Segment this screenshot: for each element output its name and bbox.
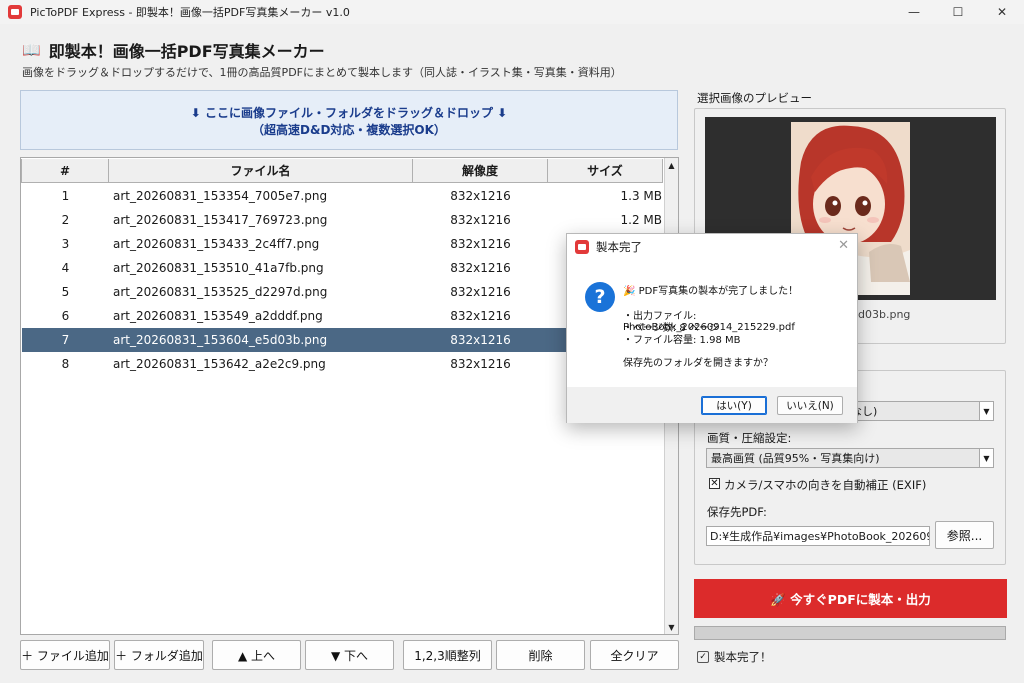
sort-button[interactable]: 1,2,3順整列	[403, 640, 492, 670]
drop-zone-line2: （超高速D&D対応・複数選択OK）	[252, 123, 446, 137]
column-header-filename[interactable]: ファイル名	[108, 159, 413, 183]
column-header-resolution[interactable]: 解像度	[412, 159, 548, 183]
row-number: 5	[61, 285, 70, 299]
dialog-file-size: ・ファイル容量: 1.98 MB	[623, 335, 741, 346]
row-filename: art_20260831_153525_d2297d.png	[113, 285, 328, 299]
exif-label: カメラ/スマホの向きを自動補正 (EXIF)	[724, 478, 927, 492]
row-resolution: 832x1216	[450, 285, 511, 299]
row-filename: art_20260831_153642_a2e2c9.png	[113, 357, 326, 371]
preview-label: 選択画像のプレビュー	[697, 91, 812, 105]
window-titlebar: PicToPDF Express - 即製本！画像一括PDF写真集メーカー v1…	[0, 0, 1024, 24]
row-filename: art_20260831_153510_41a7fb.png	[113, 261, 324, 275]
status-text: 製本完了！	[714, 650, 772, 664]
scroll-down-arrow-icon[interactable]: ▼	[665, 620, 678, 634]
move-up-button[interactable]: ▲ 上へ	[212, 640, 301, 670]
row-filename: art_20260831_153417_769723.png	[113, 213, 328, 227]
exif-checkbox[interactable]: ✕	[709, 478, 720, 489]
row-number: 4	[61, 261, 70, 275]
browse-button[interactable]: 参照...	[935, 521, 994, 549]
window-title: PicToPDF Express - 即製本！画像一括PDF写真集メーカー v1…	[30, 6, 350, 19]
row-filename: art_20260831_153354_7005e7.png	[113, 189, 328, 203]
chevron-down-icon[interactable]: ▼	[979, 402, 993, 420]
row-number: 8	[61, 357, 70, 371]
make-pdf-button[interactable]: 🚀 今すぐPDFに製本・出力	[694, 579, 1007, 618]
app-icon	[8, 5, 22, 19]
status-area: ✓ 製本完了！	[697, 649, 772, 665]
row-number: 1	[61, 189, 70, 203]
row-resolution: 832x1216	[450, 237, 511, 251]
clear-all-button[interactable]: 全クリア	[590, 640, 679, 670]
row-number: 7	[61, 333, 70, 347]
add-file-button[interactable]: ＋ ファイル追加	[20, 640, 110, 670]
save-path-label: 保存先PDF:	[707, 505, 767, 519]
row-filename: art_20260831_153549_a2dddf.png	[113, 309, 323, 323]
dialog-titlebar: 製本完了 ✕	[567, 234, 857, 260]
row-size: 1.2 MB	[620, 213, 662, 227]
row-size: 1.3 MB	[620, 189, 662, 203]
no-button[interactable]: いいえ(N)	[777, 396, 843, 415]
table-row[interactable]: 1 art_20260831_153354_7005e7.png 832x121…	[22, 184, 664, 208]
dialog-message-main: 🎉 PDF写真集の製本が完了しました！	[623, 286, 799, 297]
page-title: 📖 即製本！画像一括PDF写真集メーカー	[22, 38, 325, 62]
save-path-input[interactable]: D:¥生成作品¥images¥PhotoBook_20260914_2	[706, 526, 930, 546]
yes-button[interactable]: はい(Y)	[701, 396, 767, 415]
row-number: 2	[61, 213, 70, 227]
close-button[interactable]: ✕	[980, 0, 1024, 24]
row-resolution: 832x1216	[450, 261, 511, 275]
row-number: 6	[61, 309, 70, 323]
scroll-up-arrow-icon[interactable]: ▲	[665, 158, 678, 172]
progress-bar-fill	[695, 627, 1005, 639]
column-header-size[interactable]: サイズ	[547, 159, 663, 183]
drop-zone[interactable]: ⬇ ここに画像ファイル・フォルダをドラッグ＆ドロップ ⬇ （超高速D&D対応・複…	[20, 90, 678, 150]
row-filename: art_20260831_153433_2c4ff7.png	[113, 237, 320, 251]
dialog-question: 保存先のフォルダを開きますか？	[623, 358, 773, 369]
check-icon: ✓	[697, 651, 709, 663]
row-resolution: 832x1216	[450, 333, 511, 347]
row-number: 3	[61, 237, 70, 251]
minimize-button[interactable]: —	[892, 0, 936, 24]
quality-dropdown[interactable]: 最高画質 (品質95%・写真集向け) ▼	[706, 448, 994, 468]
row-resolution: 832x1216	[450, 357, 511, 371]
row-resolution: 832x1216	[450, 213, 511, 227]
row-resolution: 832x1216	[450, 189, 511, 203]
chevron-down-icon[interactable]: ▼	[979, 449, 993, 467]
completion-dialog: 製本完了 ✕ ? 🎉 PDF写真集の製本が完了しました！ ・出力ファイル: Ph…	[566, 233, 858, 423]
drop-zone-line1: ⬇ ここに画像ファイル・フォルダをドラッグ＆ドロップ ⬇	[190, 106, 508, 120]
column-header-number[interactable]: #	[21, 159, 109, 183]
dialog-title: 製本完了	[596, 240, 642, 254]
preview-filename: d03b.png	[858, 308, 911, 321]
page-subtitle: 画像をドラッグ＆ドロップするだけで、1冊の高品質PDFにまとめて製本します（同人…	[22, 66, 622, 79]
quality-dropdown-value: 最高画質 (品質95%・写真集向け)	[711, 452, 880, 465]
row-filename: art_20260831_153604_e5d03b.png	[113, 333, 328, 347]
row-resolution: 832x1216	[450, 309, 511, 323]
add-folder-button[interactable]: ＋ フォルダ追加	[114, 640, 204, 670]
move-down-button[interactable]: ▼ 下へ	[305, 640, 394, 670]
book-icon: 📖	[22, 41, 41, 59]
dialog-close-icon[interactable]: ✕	[838, 238, 849, 253]
table-row[interactable]: 2 art_20260831_153417_769723.png 832x121…	[22, 208, 664, 232]
app-icon	[575, 240, 589, 254]
progress-bar	[694, 626, 1006, 640]
maximize-button[interactable]: ☐	[936, 0, 980, 24]
table-header: # ファイル名 解像度 サイズ	[21, 159, 663, 183]
delete-button[interactable]: 削除	[496, 640, 585, 670]
question-icon: ?	[585, 282, 615, 312]
page-title-text: 即製本！画像一括PDF写真集メーカー	[48, 42, 325, 61]
quality-label: 画質・圧縮設定:	[707, 431, 792, 445]
